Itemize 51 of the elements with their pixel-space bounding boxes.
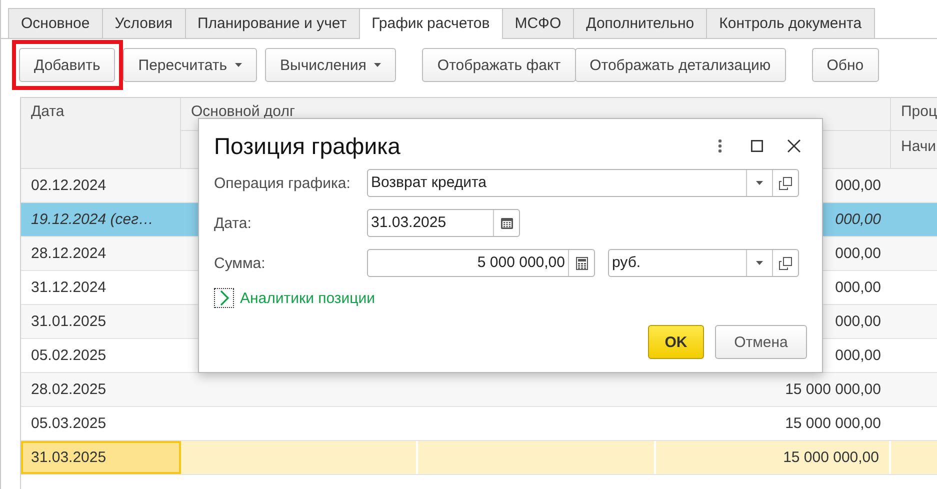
date-cell-text: 02.12.2024 — [30, 176, 108, 196]
toolbar-button[interactable]: Пересчитать — [123, 48, 258, 82]
amount-cell-text: 000,00 — [835, 278, 881, 298]
expand-icon[interactable] — [214, 288, 234, 308]
field-label: Дата: — [214, 214, 252, 232]
caret-icon — [374, 63, 382, 67]
tab[interactable]: Дополнительно — [573, 8, 708, 38]
toolbar-button[interactable]: Добавить — [19, 48, 116, 82]
toolbar-button[interactable]: Обно — [812, 48, 879, 82]
toolbar-button[interactable]: Отображать детализацию — [574, 48, 786, 82]
date-cell-text: 19.12.2024 (сег… — [30, 210, 154, 230]
toolbar-button[interactable]: Вычисления — [265, 48, 396, 82]
tab[interactable]: МСФО — [502, 8, 574, 38]
amount-cell-text: 15 000 000,00 — [783, 448, 879, 468]
dialog-button[interactable]: Отмена — [715, 325, 807, 359]
date-cell-text: 31.12.2024 — [30, 278, 108, 298]
date-field[interactable]: 31.03.2025 — [367, 209, 520, 237]
amount-cell-text: 15 000 000,00 — [785, 380, 881, 400]
field-label: Операция графика: — [214, 174, 352, 192]
caret-icon — [235, 63, 242, 67]
dialog-title: Позиция графика — [214, 132, 402, 160]
amount-cell-text: 15 000 000,00 — [785, 414, 881, 434]
column-header: Проц — [891, 98, 937, 131]
tab[interactable]: График расчетов — [358, 8, 503, 39]
currency-field[interactable]: руб. — [608, 249, 799, 277]
open-icon — [779, 176, 792, 190]
amount-cell-text: 000,00 — [835, 244, 881, 264]
field-label: Сумма: — [214, 254, 266, 272]
calendar-icon — [500, 217, 512, 229]
date-cell-text: 31.01.2025 — [30, 312, 108, 332]
date-cell-text: 28.12.2024 — [30, 244, 108, 264]
caret-icon — [756, 261, 763, 265]
amount-cell-text: 000,00 — [835, 346, 881, 366]
tab[interactable]: Контроль документа — [706, 8, 875, 38]
amount-cell-text: 000,00 — [835, 312, 881, 332]
tab[interactable]: Планирование и учет — [184, 8, 360, 38]
date-cell-text: 05.03.2025 — [30, 414, 108, 434]
dialog-button[interactable]: OK — [648, 325, 704, 359]
toolbar-button[interactable]: Отображать факт — [422, 48, 576, 82]
date-cell: 31.03.2025 — [21, 441, 181, 474]
date-cell-text: 28.02.2025 — [30, 380, 108, 400]
amount-cell-text: 000,00 — [835, 176, 881, 196]
caret-icon — [756, 181, 763, 185]
amount-cell-text: 000,00 — [835, 210, 881, 230]
tab[interactable]: Основное — [8, 8, 103, 38]
date-cell-text: 05.02.2025 — [30, 346, 108, 366]
open-icon — [779, 256, 792, 270]
operation-field[interactable]: Возврат кредита — [367, 169, 799, 197]
tab[interactable]: Условия — [102, 8, 186, 38]
amount-field[interactable]: 5 000 000,00 — [367, 249, 595, 277]
calculator-icon — [576, 256, 588, 270]
